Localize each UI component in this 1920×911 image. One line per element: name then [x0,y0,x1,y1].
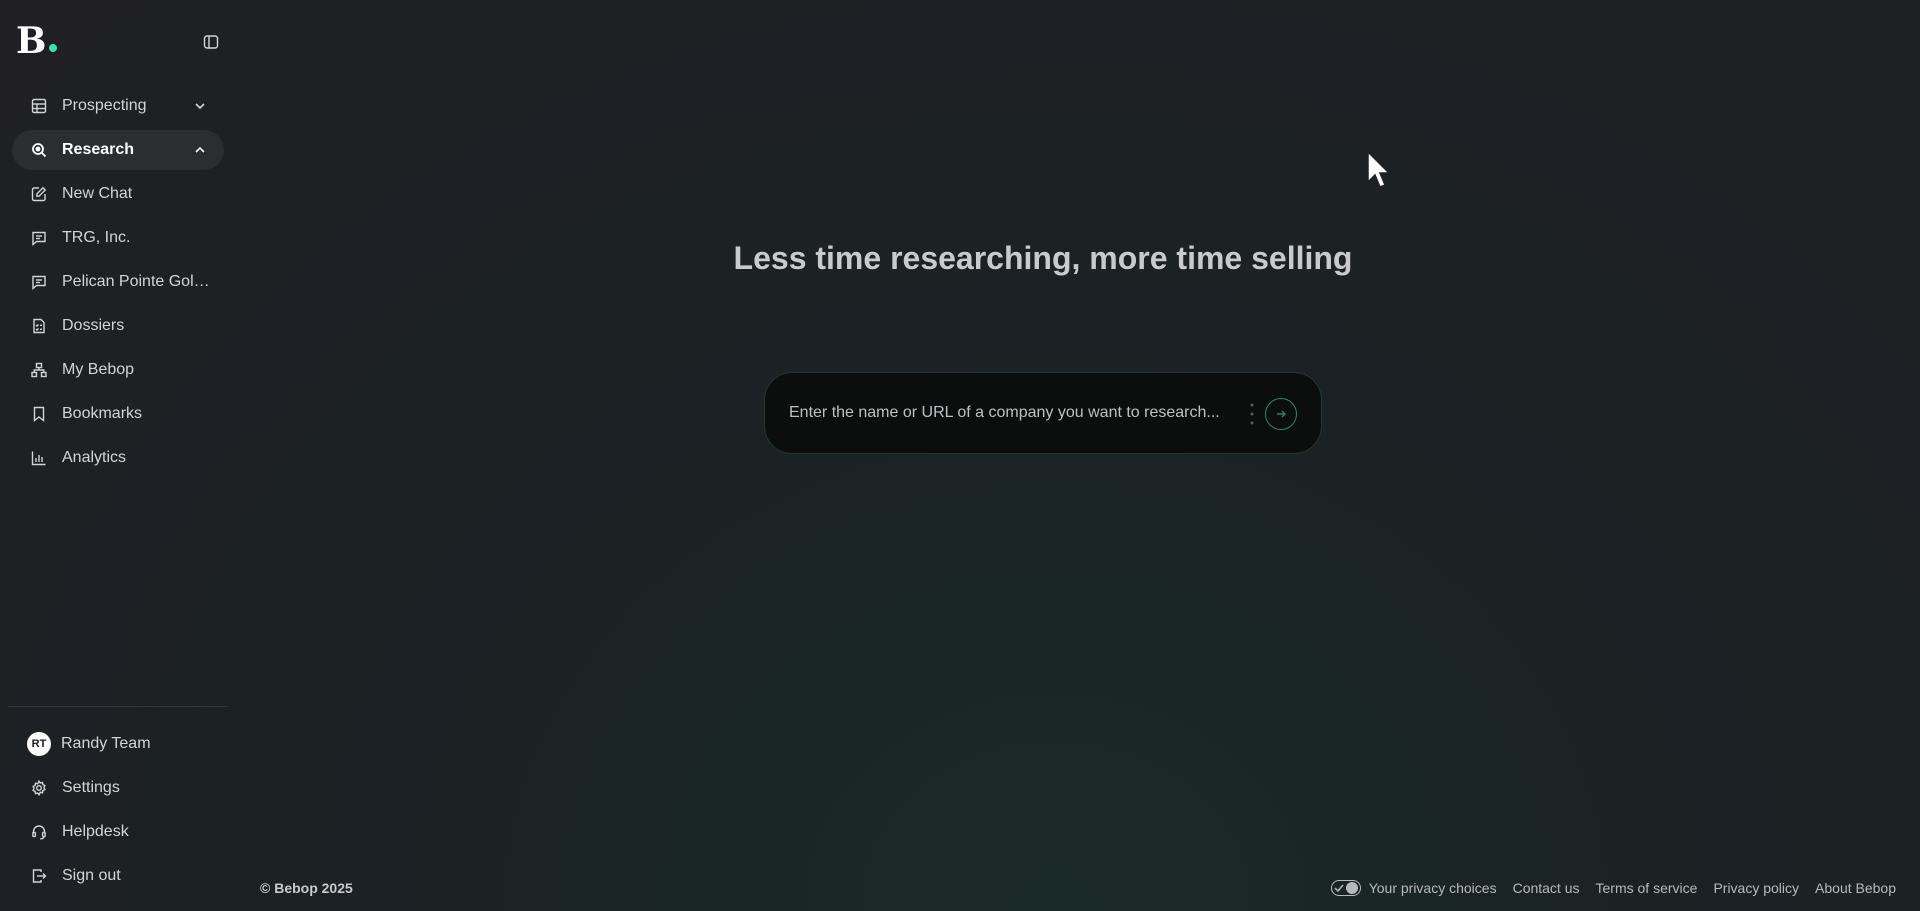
sidebar-item-label: Analytics [62,449,127,466]
sidebar-item-label: Dossiers [62,317,125,334]
copyright-text: © Bebop 2025 [260,880,353,896]
arrow-right-icon [1277,410,1286,418]
sidebar-item-user-profile[interactable]: RT Randy Team [12,724,224,764]
search-icon [30,141,48,159]
sidebar-item-sign-out[interactable]: Sign out [12,856,224,896]
sidebar-item-new-chat[interactable]: New Chat [12,174,224,214]
submit-research-button[interactable] [1265,398,1297,430]
sidebar-item-helpdesk[interactable]: Helpdesk [12,812,224,852]
edit-icon [30,185,48,203]
privacy-policy-link[interactable]: Privacy policy [1713,880,1799,896]
sidebar-bottom-nav: RT Randy Team Settings Helpdesk Sign out [12,724,224,900]
sidebar-item-prospecting[interactable]: Prospecting [12,86,224,126]
terms-of-service-link[interactable]: Terms of service [1596,880,1698,896]
table-icon [30,97,48,115]
sidebar-item-dossiers[interactable]: Dossiers [12,306,224,346]
sidebar-item-research[interactable]: Research [12,130,224,170]
sidebar-item-label: Randy Team [61,735,151,752]
privacy-choices-link[interactable]: Your privacy choices [1330,880,1497,896]
sidebar-item-label: Research [62,141,135,158]
sidebar-nav: Prospecting Research New Chat TRG, Inc. [12,86,224,482]
sidebar-item-settings[interactable]: Settings [12,768,224,808]
mouse-cursor-icon [1367,150,1391,188]
sidebar-item-label: Helpdesk [62,823,129,840]
contact-us-link[interactable]: Contact us [1513,880,1580,896]
sidebar-item-label: Pelican Pointe Golf ... [62,273,212,290]
sidebar-item-label: Prospecting [62,97,147,114]
gear-icon [30,779,48,797]
privacy-toggle-icon [1330,880,1361,896]
research-search-input[interactable] [789,404,1239,422]
chat-icon [30,229,48,247]
sidebar-item-label: Settings [62,779,120,796]
sidebar-item-label: New Chat [62,185,133,202]
privacy-toggle-knob [1345,882,1358,894]
bar-chart-icon [30,449,48,467]
sidebar-item-pelican-pointe[interactable]: Pelican Pointe Golf ... [12,262,224,302]
page-headline: Less time researching, more time selling [733,240,1353,276]
chevron-up-icon [195,146,205,153]
chat-icon [30,273,48,291]
sidebar-item-label: My Bebop [62,361,135,378]
sidebar-divider [8,706,228,707]
sign-out-icon [30,867,48,885]
sidebar-toggle-icon [203,35,219,49]
sidebar: B Prospecting Research New Chat TRG, Inc… [0,0,236,911]
avatar: RT [27,732,51,756]
headset-icon [30,823,48,841]
sidebar-item-bookmarks[interactable]: Bookmarks [12,394,224,434]
logo-dot [49,44,58,52]
sidebar-item-trg-inc[interactable]: TRG, Inc. [12,218,224,258]
logo-letter: B [16,20,47,62]
sidebar-item-analytics[interactable]: Analytics [12,438,224,478]
research-search-box [764,372,1322,454]
footer-links: Your privacy choices Contact us Terms of… [1330,880,1896,896]
privacy-choices-label: Your privacy choices [1368,880,1497,896]
about-bebop-link[interactable]: About Bebop [1815,880,1896,896]
sidebar-item-label: Sign out [62,867,121,884]
sidebar-item-label: TRG, Inc. [62,229,131,246]
sidebar-toggle-button[interactable] [202,33,220,51]
checklist-icon [30,317,48,335]
sidebar-item-label: Bookmarks [62,405,143,422]
bebop-logo[interactable]: B [16,20,60,62]
chevron-down-icon [195,103,205,110]
sidebar-item-my-bebop[interactable]: My Bebop [12,350,224,390]
hierarchy-icon [30,361,48,379]
bookmark-icon [30,405,48,423]
drag-handle-icon[interactable] [1247,401,1257,427]
